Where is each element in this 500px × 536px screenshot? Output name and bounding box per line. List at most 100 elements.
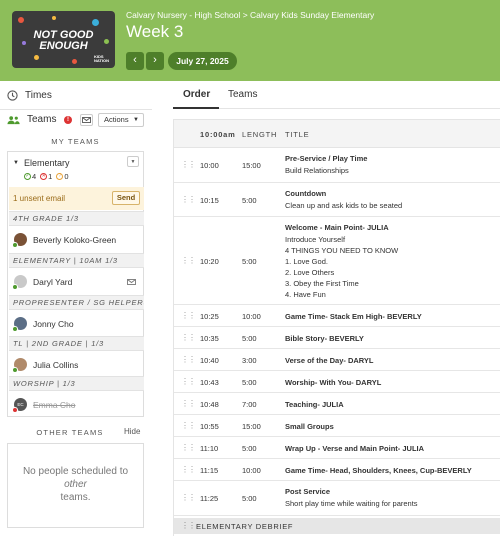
item-cell: Small Groups [285, 422, 495, 431]
people-icon [7, 115, 20, 124]
team-name: Elementary [23, 158, 70, 168]
item-title: Countdown [285, 189, 327, 198]
drag-handle-icon[interactable]: ⋮⋮ [181, 333, 196, 342]
item-cell: Pre-Service / Play Time Build Relationshi… [285, 154, 495, 177]
item-title: Worship- With You- DARYL [285, 377, 382, 387]
drag-handle-icon[interactable]: ⋮⋮ [181, 256, 196, 265]
table-row[interactable]: ⋮⋮ 10:55 15:00 Small Groups [174, 415, 500, 437]
team-menu-button[interactable]: ▼ [127, 156, 139, 167]
drag-handle-icon[interactable]: ⋮⋮ [181, 493, 196, 502]
artwork-brand-line2: NATION [93, 58, 109, 63]
item-description: Introduce Yourself [285, 235, 346, 244]
page-title: Week 3 [126, 22, 184, 41]
previous-plan-button[interactable]: ‹ [126, 52, 144, 70]
item-cell: Game Time- Head, Shoulders, Knees, Cup-B… [285, 466, 495, 475]
my-team-card: ▼ Elementary ▼ ✓ 4 ✕ 1 ? 0 1 unsent emai… [7, 151, 144, 417]
avatar [12, 358, 27, 373]
team-member[interactable]: Daryl Yard [12, 275, 72, 290]
confirmed-status-icon [12, 367, 18, 373]
drag-handle-icon[interactable]: ⋮⋮ [181, 465, 196, 474]
table-row[interactable]: ⋮⋮ 10:25 10:00 Game Time- Stack Em High- BE… [174, 305, 500, 327]
section-header-row[interactable]: ⋮⋮ ELEMENTARY DEBRIEF [174, 518, 500, 534]
drag-handle-icon[interactable]: ⋮⋮ [181, 521, 196, 530]
sidebar-item-label: Times [25, 90, 52, 101]
confirmed-icon: ✓ [24, 173, 31, 180]
confirmed-status-icon [12, 284, 18, 290]
drag-handle-icon[interactable]: ⋮⋮ [181, 421, 196, 430]
team-header[interactable]: ▼ Elementary [13, 158, 69, 168]
breadcrumb-item[interactable]: Calvary Kids Sunday Elementary [250, 10, 374, 20]
item-cell: Worship- With You- DARYL [285, 378, 495, 387]
breadcrumb-item[interactable]: Calvary Nursery - High School [126, 10, 240, 20]
column-start-time: 10:00am [200, 130, 236, 139]
table-row[interactable]: ⋮⋮ 10:43 5:00 Worship- With You- DARYL [174, 371, 500, 393]
actions-dropdown[interactable]: Actions ▼ [98, 113, 144, 127]
sidebar-item-times[interactable]: Times [7, 90, 52, 101]
declined-icon: ✕ [40, 173, 48, 180]
item-title: Pre-Service / Play Time [285, 154, 368, 163]
drag-handle-icon[interactable]: ⋮⋮ [181, 443, 196, 452]
item-description: 4. Have Fun [285, 290, 326, 299]
table-row[interactable]: ⋮⋮ 11:10 5:00 Wrap Up - Verse and Main Poin… [174, 437, 500, 459]
empty-state-text-line2: teams. [60, 492, 91, 503]
item-title: Post Service [285, 487, 331, 496]
breadcrumb-separator: > [242, 10, 248, 20]
plan-header: NOT GOOD ENOUGH KIDS NATION Calvary Nurs… [0, 0, 500, 81]
item-length: 10:00 [242, 465, 261, 475]
item-description: 3. Obey the First Time [285, 279, 359, 288]
team-member[interactable]: Beverly Koloko-Green [12, 233, 117, 248]
send-email-button[interactable]: Send [112, 191, 140, 205]
item-cell: Welcome - Main Point- JULIA Introduce You… [285, 223, 495, 300]
table-row[interactable]: ⋮⋮ 11:25 5:00 Post Service Short play time w… [174, 481, 500, 516]
item-length: 5:00 [242, 333, 257, 343]
team-member[interactable]: Julia Collins [12, 358, 78, 373]
chevron-down-icon: ▼ [130, 159, 136, 165]
item-cell: Wrap Up - Verse and Main Point- JULIA [285, 444, 495, 453]
team-member[interactable]: Jonny Cho [12, 317, 74, 332]
table-row[interactable]: ⋮⋮ 10:40 3:00 Verse of the Day- DARYL [174, 349, 500, 371]
tab-teams[interactable]: Teams [228, 89, 257, 100]
drag-handle-icon[interactable]: ⋮⋮ [181, 195, 196, 204]
other-teams-heading: OTHER TEAMS [36, 428, 104, 437]
active-tab-indicator [173, 107, 219, 109]
item-length: 10:00 [242, 311, 261, 321]
team-member[interactable]: EC Emma Cho [12, 398, 76, 413]
drag-handle-icon[interactable]: ⋮⋮ [181, 377, 196, 386]
position-group-header: Elementary | 10am 1/3 [9, 253, 144, 268]
team-status-counts: ✓ 4 ✕ 1 ? 0 [24, 172, 69, 181]
drag-handle-icon[interactable]: ⋮⋮ [181, 160, 196, 169]
chevron-right-icon: › [153, 54, 157, 66]
table-row[interactable]: ⋮⋮ 11:15 10:00 Game Time- Head, Shoulders, … [174, 459, 500, 481]
divider [0, 109, 152, 110]
table-row[interactable]: ⋮⋮ 10:00 15:00 Pre-Service / Play Time Build… [174, 148, 500, 183]
item-title: Game Time- Stack Em High- BEVERLY [285, 311, 422, 321]
unsent-email-text: 1 unsent email [13, 194, 66, 203]
table-row[interactable]: ⋮⋮ 10:20 5:00 Welcome - Main Point- JULIA In… [174, 217, 500, 305]
sidebar-item-teams[interactable]: Teams [7, 114, 56, 125]
chevron-left-icon: ‹ [133, 54, 137, 66]
drag-handle-icon[interactable]: ⋮⋮ [181, 355, 196, 364]
caret-down-icon: ▼ [13, 160, 19, 166]
item-length: 5:00 [242, 443, 257, 453]
position-group-header: Worship | 1/3 [9, 376, 144, 391]
artwork-title-line2: ENOUGH [39, 40, 88, 52]
item-description: Short play time while waiting for parent… [285, 499, 418, 508]
plan-date-button[interactable]: July 27, 2025 [168, 52, 237, 70]
member-name: Emma Cho [33, 399, 76, 410]
email-team-button[interactable] [80, 114, 93, 126]
drag-handle-icon[interactable]: ⋮⋮ [181, 311, 196, 320]
hide-other-teams-link[interactable]: Hide [124, 427, 140, 436]
tab-order[interactable]: Order [183, 89, 210, 100]
position-group-header: Propresenter / SG Helpers [9, 295, 144, 310]
item-cell: Game Time- Stack Em High- BEVERLY [285, 312, 495, 321]
next-plan-button[interactable]: › [146, 52, 164, 70]
item-description: 2. Love Others [285, 268, 335, 277]
table-row[interactable]: ⋮⋮ 10:35 5:00 Bible Story- BEVERLY [174, 327, 500, 349]
mail-icon[interactable] [126, 277, 137, 287]
table-row[interactable]: ⋮⋮ 10:48 7:00 Teaching- JULIA [174, 393, 500, 415]
unsent-email-bar: 1 unsent email Send [9, 187, 144, 210]
item-cell: Bible Story- BEVERLY [285, 334, 495, 343]
table-row[interactable]: ⋮⋮ 10:15 5:00 Countdown Clean up and ask kid… [174, 183, 500, 217]
member-name: Beverly Koloko-Green [33, 234, 117, 245]
drag-handle-icon[interactable]: ⋮⋮ [181, 399, 196, 408]
